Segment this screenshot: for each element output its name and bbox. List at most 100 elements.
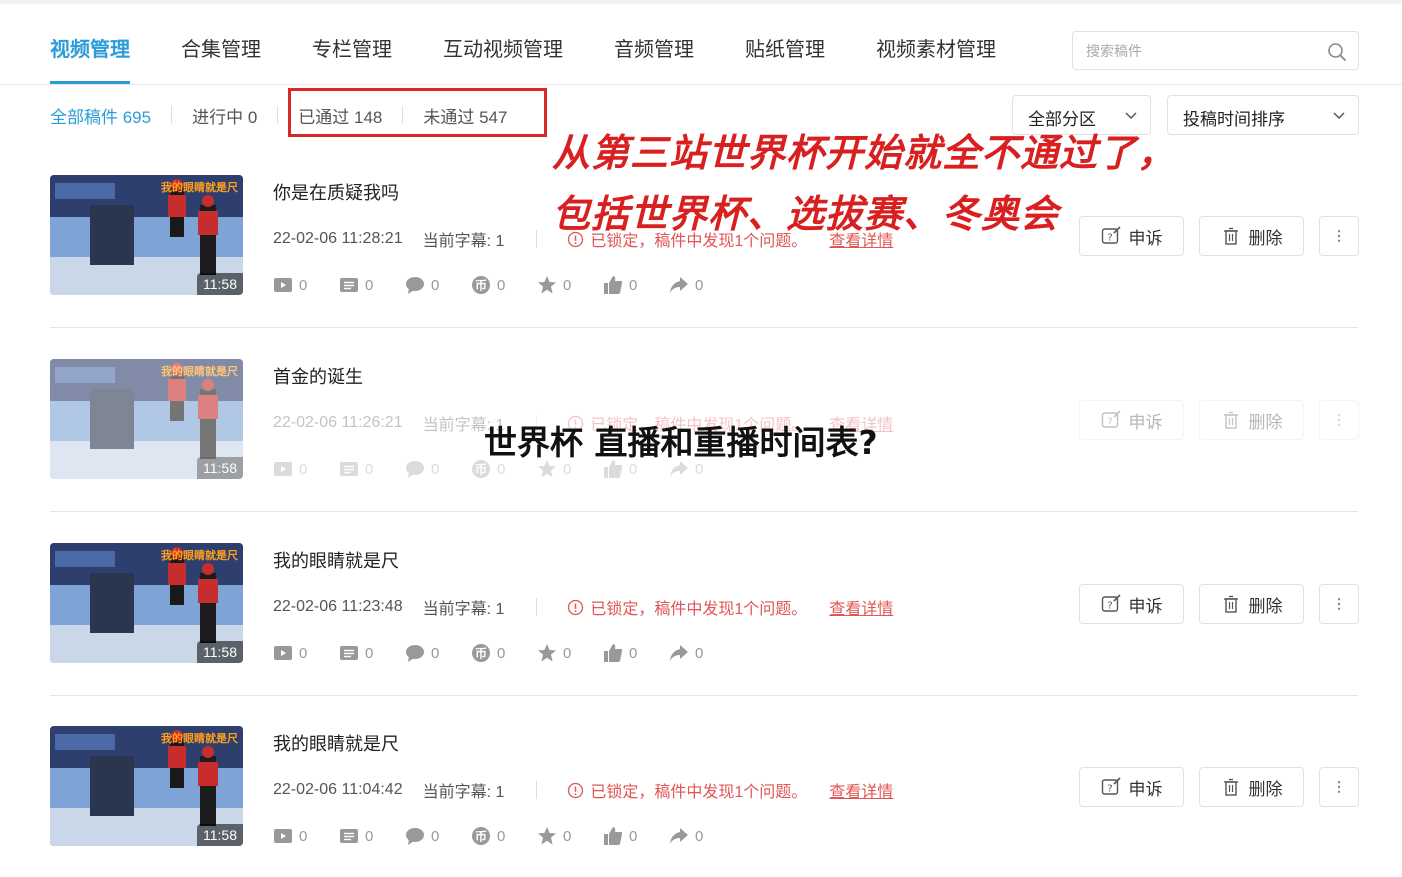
delete-button[interactable]: 删除 xyxy=(1199,584,1304,624)
content-tabs: 视频管理 合集管理 专栏管理 互动视频管理 音频管理 贴纸管理 视频素材管理 xyxy=(50,28,1047,84)
video-meta: 22-02-06 11:04:42 当前字幕: 1 已锁定，稿件中发现1个问题。… xyxy=(273,778,893,802)
video-title[interactable]: 我的眼睛就是尺 xyxy=(273,547,399,573)
video-title[interactable]: 首金的诞生 xyxy=(273,363,363,389)
filter-in-progress[interactable]: 进行中 0 xyxy=(192,103,257,128)
red-highlight-box xyxy=(288,88,547,137)
play-count: 0 xyxy=(273,275,323,295)
search-icon[interactable] xyxy=(1327,42,1347,62)
delete-button-label: 删除 xyxy=(1248,412,1283,432)
share-count: 0 xyxy=(669,275,719,295)
tab-video-material-management[interactable]: 视频素材管理 xyxy=(876,28,996,84)
video-stats: 0 0 0 币0 0 0 0 xyxy=(273,643,735,663)
video-duration: 11:58 xyxy=(197,641,243,663)
like-count: 0 xyxy=(603,643,653,663)
tab-audio-management[interactable]: 音频管理 xyxy=(614,28,694,84)
comment-count: 0 xyxy=(405,459,455,479)
tab-sticker-management[interactable]: 贴纸管理 xyxy=(745,28,825,84)
trash-icon xyxy=(1223,227,1238,245)
share-icon xyxy=(670,645,688,661)
upload-date: 22-02-06 11:23:48 xyxy=(273,598,403,615)
svg-text:?: ? xyxy=(1107,233,1112,244)
meta-separator xyxy=(536,230,538,248)
svg-text:币: 币 xyxy=(475,830,487,844)
thumbs-up-icon xyxy=(604,827,623,845)
video-stats: 0 0 0 币0 0 0 0 xyxy=(273,826,735,846)
comment-icon xyxy=(406,828,424,845)
filter-separator xyxy=(277,106,279,124)
more-vertical-icon xyxy=(1337,781,1341,793)
appeal-icon: ? xyxy=(1101,594,1121,612)
more-vertical-icon xyxy=(1337,598,1341,610)
play-count: 0 xyxy=(273,459,323,479)
appeal-button[interactable]: ? 申诉 xyxy=(1079,767,1184,807)
search-input[interactable] xyxy=(1086,40,1316,62)
appeal-button-label: 申诉 xyxy=(1128,412,1163,432)
danmaku-count: 0 xyxy=(339,275,389,295)
coin-count: 币0 xyxy=(471,275,521,295)
appeal-button[interactable]: ? 申诉 xyxy=(1079,400,1184,440)
meta-separator xyxy=(536,781,538,799)
star-icon xyxy=(538,827,556,845)
subtitle-count: 当前字幕: 1 xyxy=(422,601,505,618)
more-options-button[interactable] xyxy=(1319,584,1359,624)
delete-button[interactable]: 删除 xyxy=(1199,400,1304,440)
delete-button-label: 删除 xyxy=(1248,596,1283,616)
chevron-down-icon xyxy=(1125,112,1137,120)
more-options-button[interactable] xyxy=(1319,216,1359,256)
tab-column-management[interactable]: 专栏管理 xyxy=(312,28,392,84)
thumbnail-caption: 我的眼睛就是尺 xyxy=(161,364,238,378)
trash-icon xyxy=(1223,595,1238,613)
sort-dropdown[interactable]: 投稿时间排序 xyxy=(1167,95,1359,135)
comment-icon xyxy=(406,645,424,662)
locked-status-text: 已锁定，稿件中发现1个问题。 xyxy=(590,784,808,801)
svg-text:币: 币 xyxy=(475,647,487,661)
row-divider xyxy=(50,511,1358,512)
svg-text:币: 币 xyxy=(475,279,487,293)
filter-all[interactable]: 全部稿件 695 xyxy=(50,103,151,128)
video-thumbnail[interactable]: 我的眼睛就是尺 11:58 xyxy=(50,726,243,846)
favorite-count: 0 xyxy=(537,275,587,295)
share-count: 0 xyxy=(669,826,719,846)
play-icon xyxy=(274,646,292,660)
more-options-button[interactable] xyxy=(1319,767,1359,807)
comment-count: 0 xyxy=(405,275,455,295)
tab-interactive-video-management[interactable]: 互动视频管理 xyxy=(443,28,563,84)
comment-icon xyxy=(406,461,424,478)
video-thumbnail[interactable]: 我的眼睛就是尺 11:58 xyxy=(50,175,243,295)
appeal-button[interactable]: ? 申诉 xyxy=(1079,584,1184,624)
meta-separator xyxy=(536,598,538,616)
like-count: 0 xyxy=(603,275,653,295)
play-count: 0 xyxy=(273,643,323,663)
danmaku-count: 0 xyxy=(339,826,389,846)
tab-collection-management[interactable]: 合集管理 xyxy=(181,28,261,84)
tab-video-management[interactable]: 视频管理 xyxy=(50,28,130,84)
danmaku-count: 0 xyxy=(339,643,389,663)
delete-button[interactable]: 删除 xyxy=(1199,767,1304,807)
annotation-line-1: 从第三站世界杯开始就全不通过了， xyxy=(552,130,1177,175)
upload-date: 22-02-06 11:26:21 xyxy=(273,414,403,431)
delete-button[interactable]: 删除 xyxy=(1199,216,1304,256)
view-details-link[interactable]: 查看详情 xyxy=(829,595,893,619)
more-options-button[interactable] xyxy=(1319,400,1359,440)
tabs-divider xyxy=(0,84,1402,85)
video-thumbnail[interactable]: 我的眼睛就是尺 11:58 xyxy=(50,543,243,663)
trash-icon xyxy=(1223,778,1238,796)
video-meta: 22-02-06 11:23:48 当前字幕: 1 已锁定，稿件中发现1个问题。… xyxy=(273,595,893,619)
danmaku-icon xyxy=(340,462,358,476)
video-title[interactable]: 我的眼睛就是尺 xyxy=(273,730,399,756)
row-divider xyxy=(50,695,1358,696)
trash-icon xyxy=(1223,411,1238,429)
danmaku-icon xyxy=(340,829,358,843)
appeal-button[interactable]: ? 申诉 xyxy=(1079,216,1184,256)
more-vertical-icon xyxy=(1337,230,1341,242)
coin-icon: 币 xyxy=(472,276,490,294)
view-details-link[interactable]: 查看详情 xyxy=(829,778,893,802)
coin-icon: 币 xyxy=(472,644,490,662)
thumbnail-caption: 我的眼睛就是尺 xyxy=(161,180,238,194)
video-thumbnail[interactable]: 我的眼睛就是尺 11:58 xyxy=(50,359,243,479)
star-icon xyxy=(538,276,556,294)
comment-icon xyxy=(406,277,424,294)
locked-status-text: 已锁定，稿件中发现1个问题。 xyxy=(590,601,808,618)
video-title[interactable]: 你是在质疑我吗 xyxy=(273,179,399,205)
favorite-count: 0 xyxy=(537,643,587,663)
